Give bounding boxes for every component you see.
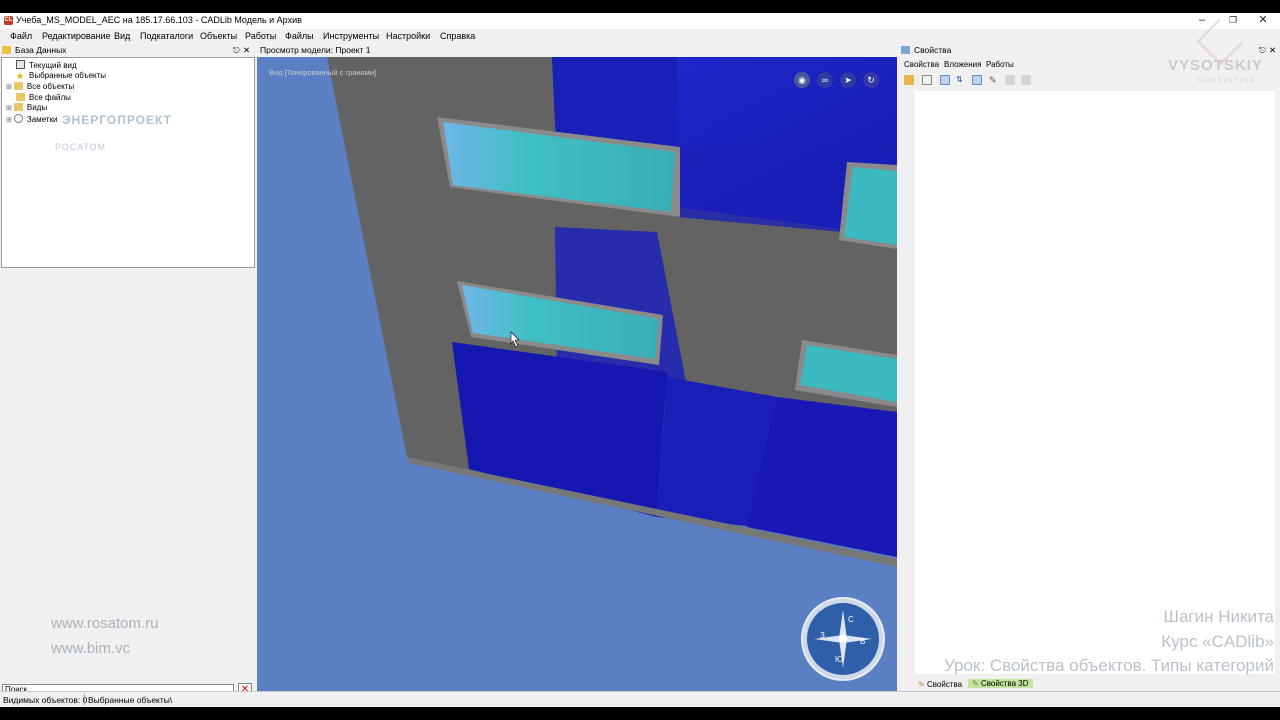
tree-item-current-view[interactable]: Текущий вид <box>16 60 77 70</box>
edit-icon[interactable]: ✎ <box>989 75 999 85</box>
note-icon <box>13 114 23 123</box>
current-path: Выбранные объекты\ <box>88 695 173 705</box>
star-icon: ★ <box>16 71 25 81</box>
credit-author: Шагин Никита <box>1163 607 1274 626</box>
tree-item-label: Все файлы <box>29 93 71 102</box>
tree-item-views[interactable]: ⊞ Виды <box>6 103 47 113</box>
expand-icon[interactable]: ⊞ <box>6 105 12 112</box>
bottom-tab-properties[interactable]: ✎ Свойства <box>918 680 962 689</box>
eye-icon[interactable]: ◉ <box>794 72 810 88</box>
properties-panel: Свойства ⎋ ✕ Свойства Вложения Работы ⇅ … <box>898 18 1280 691</box>
app-icon: CL <box>4 16 13 25</box>
compass-west: З <box>820 631 825 640</box>
menu-help[interactable]: Справка <box>440 31 475 41</box>
filter-icon[interactable] <box>922 75 932 85</box>
fly-icon[interactable]: ➤ <box>840 72 856 88</box>
menu-works[interactable]: Работы <box>245 31 276 41</box>
menu-settings[interactable]: Настройки <box>386 31 430 41</box>
menu-bar: Файл Редактирование Вид Подкаталоги Объе… <box>0 29 1280 44</box>
property-grid[interactable] <box>915 91 1275 674</box>
tab-attachments[interactable]: Вложения <box>944 60 981 69</box>
delete-icon[interactable] <box>1021 75 1031 85</box>
window-title: Учеба_MS_MODEL_AEC на 185.17.66.103 - CA… <box>16 15 302 25</box>
menu-files[interactable]: Файлы <box>285 31 314 41</box>
title-bar: CL Учеба_MS_MODEL_AEC на 185.17.66.103 -… <box>0 13 1280 29</box>
categorized-icon[interactable] <box>940 75 950 85</box>
compass-north: С <box>848 615 854 624</box>
bottom-tab-label: Свойства 3D <box>980 679 1029 688</box>
properties-3d-tab-icon: ✎ <box>972 679 979 688</box>
visible-objects-count: Видимых объектов: 0 <box>3 695 88 705</box>
copy-icon[interactable] <box>1005 75 1015 85</box>
view-icon <box>16 60 25 69</box>
model-view-title: Просмотр модели: Проект 1 <box>260 44 371 56</box>
credit-course: Курс «CADlib» <box>1161 632 1274 651</box>
tree-item-all-files[interactable]: Все файлы <box>16 93 71 103</box>
tab-properties[interactable]: Свойства <box>904 60 939 69</box>
database-icon <box>2 46 11 54</box>
folder-icon <box>16 93 25 101</box>
bottom-tab-properties-3d[interactable]: ✎ Свойства 3D <box>968 679 1033 688</box>
menu-subcatalogs[interactable]: Подкаталоги <box>140 31 193 41</box>
expand-icon[interactable]: ⊞ <box>6 117 12 124</box>
compass-east: В <box>860 637 865 646</box>
menu-tools[interactable]: Инструменты <box>323 31 379 41</box>
tree-item-label: Все объекты <box>26 82 75 91</box>
menu-edit[interactable]: Редактирование <box>42 31 111 41</box>
sort-az-icon[interactable]: ⇅ <box>956 75 966 85</box>
tree-item-selected-objects[interactable]: ★ Выбранные объекты <box>16 71 106 81</box>
vysotskiy-sub: CONSULTING <box>1198 78 1257 84</box>
database-panel-title: База Данных <box>15 45 67 55</box>
url-watermark-bim: www.bim.vc <box>51 640 131 657</box>
database-panel: База Данных ⎋ ✕ Текущий вид ★ Выбранные о… <box>0 44 256 697</box>
database-panel-header: База Данных ⎋ ✕ <box>0 44 256 56</box>
menu-file[interactable]: Файл <box>10 31 32 41</box>
properties-panel-title: Свойства <box>914 45 952 55</box>
window-glass-right-top[interactable] <box>844 167 897 245</box>
credit-lesson: Урок: Свойства объектов. Типы категорий <box>943 656 1274 675</box>
energoproekt-watermark: ЭНЕРГОПРОЕКТ <box>62 113 172 127</box>
orbit-icon[interactable]: ↻ <box>863 72 879 88</box>
database-tree: Текущий вид ★ Выбранные объекты ⊞ Все объе… <box>1 57 255 268</box>
view-mode-label: Вид [Тонированный с гранями] <box>269 68 377 77</box>
tree-item-label: Заметки <box>26 115 58 124</box>
status-bar: Видимых объектов: 0 Выбранные объекты\ <box>0 691 1280 707</box>
url-watermark-rosatom: www.rosatom.ru <box>51 615 159 632</box>
tree-item-label: Виды <box>26 103 48 112</box>
properties-tab-icon: ✎ <box>918 680 925 689</box>
tree-item-notes[interactable]: ⊞ Заметки <box>6 114 57 124</box>
pin-icon[interactable]: ⎋ <box>233 44 240 56</box>
expand-icon[interactable]: ⊞ <box>6 84 12 91</box>
panel-close-icon[interactable]: ✕ <box>243 44 250 56</box>
walk-icon[interactable]: ∞ <box>817 72 833 88</box>
menu-view[interactable]: Вид <box>114 31 130 41</box>
compass-south: Ю <box>835 655 843 664</box>
tree-item-label: Выбранные объекты <box>29 71 107 80</box>
folder-icon <box>13 103 23 111</box>
status-divider <box>84 694 85 705</box>
panel-close-icon[interactable]: ✕ <box>1269 44 1276 56</box>
tab-works[interactable]: Работы <box>986 60 1014 69</box>
tree-item-all-objects[interactable]: ⊞ Все объекты <box>6 82 74 92</box>
folder-icon <box>13 82 23 90</box>
compass-icon[interactable]: С В Ю З <box>800 596 886 682</box>
pin-icon[interactable]: ⎋ <box>1259 44 1266 56</box>
menu-objects[interactable]: Объекты <box>200 31 237 41</box>
add-property-icon[interactable] <box>904 75 914 85</box>
close-icon[interactable]: ✕ <box>1248 13 1278 28</box>
bottom-tab-label: Свойства <box>926 680 963 689</box>
property-pages-icon[interactable] <box>972 75 982 85</box>
properties-icon <box>901 46 910 54</box>
rosatom-watermark: РОСАТОМ <box>55 142 106 152</box>
tree-item-label: Текущий вид <box>29 61 77 70</box>
model-view-panel: Просмотр модели: Проект 1 Вид [Тонирован… <box>256 44 898 691</box>
